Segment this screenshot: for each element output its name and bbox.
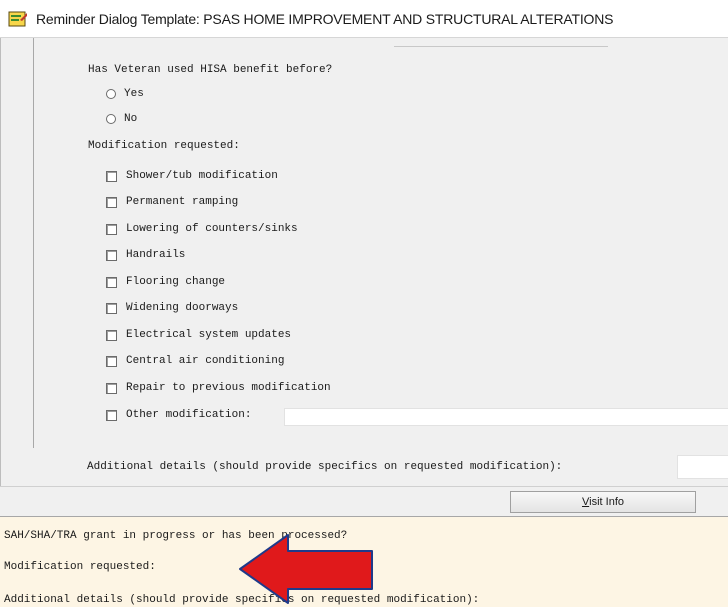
preview-line: Modification requested: bbox=[4, 561, 156, 573]
checkbox-central-air[interactable]: Central air conditioning bbox=[106, 355, 284, 367]
radio-button[interactable] bbox=[106, 114, 116, 124]
dialog-button-bar: Visit Info bbox=[0, 486, 728, 516]
visit-info-button[interactable]: Visit Info bbox=[510, 491, 696, 513]
checkbox-label: Electrical system updates bbox=[126, 329, 292, 341]
other-modification-input[interactable] bbox=[284, 408, 728, 426]
checkbox-permanent-ramping[interactable]: Permanent ramping bbox=[106, 196, 238, 208]
checkbox[interactable] bbox=[106, 276, 117, 288]
checkbox[interactable] bbox=[106, 409, 117, 421]
checkbox-label: Central air conditioning bbox=[126, 355, 285, 367]
checkbox[interactable] bbox=[106, 170, 117, 182]
radio-label: Yes bbox=[124, 88, 144, 100]
modification-requested-label: Modification requested: bbox=[88, 140, 240, 152]
checkbox[interactable] bbox=[106, 382, 117, 394]
checkbox-label: Flooring change bbox=[126, 276, 226, 288]
checkbox-label: Lowering of counters/sinks bbox=[126, 223, 298, 235]
window-title: Reminder Dialog Template: PSAS HOME IMPR… bbox=[36, 10, 614, 27]
dialog-content[interactable]: Has Veteran used HISA benefit before? Ye… bbox=[0, 38, 728, 486]
annotation-arrow-icon bbox=[239, 534, 373, 604]
checkbox-other-modification[interactable]: Other modification: bbox=[106, 409, 251, 421]
checkbox-label: Other modification: bbox=[126, 409, 252, 421]
additional-details-label: Additional details (should provide speci… bbox=[87, 461, 563, 473]
checkbox-repair-previous[interactable]: Repair to previous modification bbox=[106, 382, 331, 394]
checkbox-label: Permanent ramping bbox=[126, 196, 239, 208]
checkbox-label: Repair to previous modification bbox=[126, 382, 331, 394]
hisa-question-label: Has Veteran used HISA benefit before? bbox=[88, 64, 333, 76]
checkbox-label: Handrails bbox=[126, 249, 186, 261]
reminder-dialog-icon bbox=[8, 11, 27, 26]
checkbox-label: Shower/tub modification bbox=[126, 170, 278, 182]
checkbox[interactable] bbox=[106, 329, 117, 341]
hisa-option-yes[interactable]: Yes bbox=[106, 88, 144, 100]
hisa-option-no[interactable]: No bbox=[106, 113, 137, 125]
dialog-group-panel: Has Veteran used HISA benefit before? Ye… bbox=[33, 38, 728, 448]
checkbox-electrical-updates[interactable]: Electrical system updates bbox=[106, 329, 291, 341]
checkbox-flooring-change[interactable]: Flooring change bbox=[106, 276, 225, 288]
checkbox[interactable] bbox=[106, 223, 117, 235]
visit-info-label: Visit Info bbox=[582, 496, 624, 508]
checkbox-widening-doorways[interactable]: Widening doorways bbox=[106, 302, 238, 314]
window-titlebar: Reminder Dialog Template: PSAS HOME IMPR… bbox=[0, 0, 728, 38]
checkbox[interactable] bbox=[106, 302, 117, 314]
additional-details-input[interactable] bbox=[677, 455, 728, 479]
checkbox-lowering-counters[interactable]: Lowering of counters/sinks bbox=[106, 223, 298, 235]
radio-label: No bbox=[124, 113, 138, 125]
checkbox[interactable] bbox=[106, 355, 117, 367]
radio-button[interactable] bbox=[106, 89, 116, 99]
checkbox[interactable] bbox=[106, 249, 117, 261]
checkbox-label: Widening doorways bbox=[126, 302, 239, 314]
checkbox[interactable] bbox=[106, 196, 117, 208]
checkbox-shower-tub[interactable]: Shower/tub modification bbox=[106, 170, 278, 182]
partial-element-edge bbox=[394, 38, 608, 47]
checkbox-handrails[interactable]: Handrails bbox=[106, 249, 185, 261]
